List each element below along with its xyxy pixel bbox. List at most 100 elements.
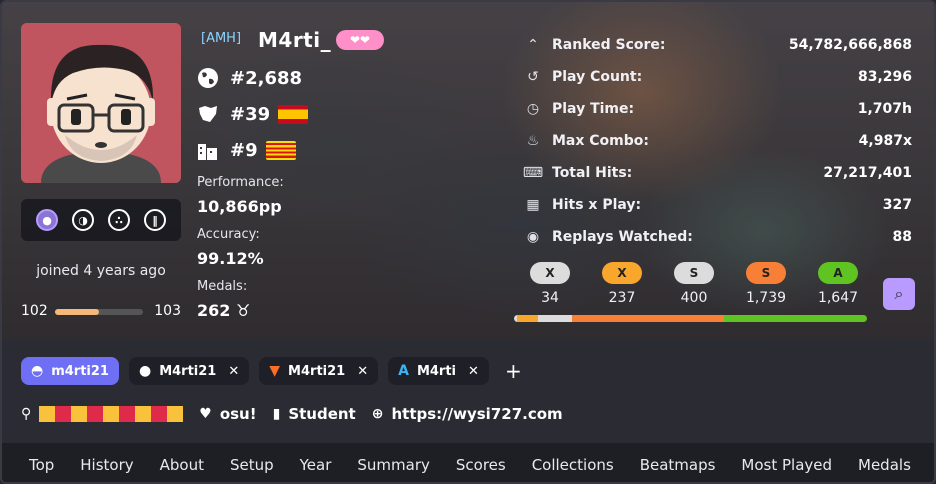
- tab-beatmaps[interactable]: Beatmaps: [640, 456, 716, 474]
- level-progress: 102 103: [21, 303, 181, 321]
- stat-value: 83,296: [857, 69, 912, 85]
- tab-most-played[interactable]: Most Played: [741, 456, 832, 474]
- tab-top[interactable]: Top: [29, 456, 54, 474]
- stat-label: Play Time:: [552, 101, 635, 117]
- current-level: 102: [21, 303, 48, 319]
- tab-medals[interactable]: Medals: [858, 456, 911, 474]
- search-icon: ⌕: [894, 284, 904, 303]
- add-link-button[interactable]: +: [505, 359, 522, 383]
- avatar-illustration: [21, 23, 181, 183]
- stat-label: Hits x Play:: [552, 197, 642, 213]
- grade-count: 1,647: [817, 290, 859, 306]
- stat-row: ♨ Max Combo: 4,987x: [522, 125, 912, 157]
- grade-badge: A: [818, 262, 858, 284]
- building-icon: ▮: [272, 406, 281, 422]
- location-block: [135, 406, 152, 422]
- stat-row: ▦ Hits x Play: 327: [522, 189, 912, 221]
- osu-mode-icon[interactable]: ●: [36, 209, 58, 231]
- clan-tag[interactable]: [AMH]: [201, 31, 241, 46]
- social-links: ◓ m4rti21 ● M4rti21 ✕ ▼ M4rti21 ✕ A M4rti ✕ +: [21, 357, 522, 385]
- mania-mode-icon[interactable]: ‖: [144, 209, 166, 231]
- grade-bar-segment: [516, 315, 538, 322]
- grade-item: X 237: [586, 262, 658, 306]
- medals-count: 262: [197, 301, 231, 320]
- grade-item: S 400: [658, 262, 730, 306]
- stat-row: ◷ Play Time: 1,707h: [522, 93, 912, 125]
- anilist-icon: A: [398, 363, 409, 379]
- avatar[interactable]: [21, 23, 181, 183]
- grade-item: S 1,739: [730, 262, 802, 306]
- stat-value: 4,987x: [858, 133, 912, 149]
- level-bar-fill: [55, 309, 99, 315]
- tab-about[interactable]: About: [160, 456, 204, 474]
- grade-badge: X: [530, 262, 570, 284]
- grade-item: A 1,647: [802, 262, 874, 306]
- close-icon[interactable]: ✕: [228, 364, 239, 379]
- gamemode-selector: ● ◑ ∴ ‖: [21, 199, 181, 241]
- grade-count: 1,739: [745, 290, 787, 306]
- stat-value: 88: [892, 229, 912, 245]
- tab-year[interactable]: Year: [300, 456, 332, 474]
- anilist-chip[interactable]: A M4rti ✕: [388, 357, 489, 385]
- accuracy-value: 99.12%: [197, 249, 264, 268]
- clock-icon: ◷: [526, 101, 540, 117]
- medals-label: Medals:: [197, 279, 248, 294]
- joined-date: joined 4 years ago: [36, 263, 166, 279]
- tab-summary[interactable]: Summary: [357, 456, 430, 474]
- stat-row: ⌨ Total Hits: 27,217,401: [522, 157, 912, 189]
- grade-badge: S: [674, 262, 714, 284]
- search-button[interactable]: ⌕: [883, 278, 915, 310]
- github-icon: ●: [138, 363, 152, 379]
- grade-badge: X: [602, 262, 642, 284]
- grade-distribution-bar: [514, 315, 867, 322]
- tab-collections[interactable]: Collections: [532, 456, 614, 474]
- catalonia-flag-icon: [265, 140, 296, 160]
- grade-item: X 34: [514, 262, 586, 306]
- stat-label: Total Hits:: [552, 165, 633, 181]
- close-icon[interactable]: ✕: [357, 364, 368, 379]
- country-rank-value: #9: [230, 139, 258, 161]
- username: M4rti_: [258, 28, 332, 52]
- gitlab-icon: ▼: [269, 363, 281, 379]
- tab-scores[interactable]: Scores: [456, 456, 506, 474]
- supporter-badge: ❤❤: [336, 30, 384, 50]
- grade-count: 237: [608, 290, 636, 306]
- global-rank-value: #2,688: [230, 67, 303, 89]
- globe-icon: ⊕: [371, 406, 384, 422]
- region-rank-value: #39: [230, 103, 271, 125]
- location-block: [87, 406, 104, 422]
- grade-badge: S: [746, 262, 786, 284]
- stat-value: 1,707h: [857, 101, 912, 117]
- discord-icon: ◓: [31, 363, 44, 379]
- global-rank: #2,688: [196, 66, 302, 90]
- region-map-icon: [196, 102, 220, 126]
- grade-count: 34: [541, 290, 559, 306]
- tab-history[interactable]: History: [80, 456, 133, 474]
- discord-chip[interactable]: ◓ m4rti21: [21, 357, 119, 385]
- occupation-value: Student: [288, 405, 356, 423]
- profile-header: ● ◑ ∴ ‖ joined 4 years ago 102 103 [AMH]…: [2, 2, 934, 340]
- profile-card: ● ◑ ∴ ‖ joined 4 years ago 102 103 [AMH]…: [0, 0, 936, 484]
- city-icon: [196, 138, 220, 162]
- tab-setup[interactable]: Setup: [230, 456, 274, 474]
- keyboard-icon: ⌨: [522, 165, 544, 181]
- catch-mode-icon[interactable]: ∴: [108, 209, 130, 231]
- taiko-mode-icon[interactable]: ◑: [72, 209, 94, 231]
- stat-row: ⌃ Ranked Score: 54,782,666,868: [522, 29, 912, 61]
- website-link[interactable]: https://wysi727.com: [391, 405, 562, 423]
- profile-info: ⚲ ♥ osu! ▮ Student ⊕ https://wysi727.com: [21, 405, 563, 423]
- stat-label: Ranked Score:: [552, 37, 666, 53]
- location-block: [103, 406, 120, 422]
- stat-value: 327: [882, 197, 912, 213]
- close-icon[interactable]: ✕: [468, 364, 479, 379]
- next-level: 103: [154, 303, 181, 319]
- location-block: [71, 406, 88, 422]
- github-chip[interactable]: ● M4rti21 ✕: [128, 357, 250, 385]
- location-block: [119, 406, 136, 422]
- country-rank: #9: [196, 138, 296, 162]
- gitlab-chip[interactable]: ▼ M4rti21 ✕: [259, 357, 379, 385]
- medals-value: 262 ♉: [197, 301, 250, 320]
- level-bar: [55, 309, 143, 315]
- stat-label: Max Combo:: [552, 133, 650, 149]
- location-block: [151, 406, 168, 422]
